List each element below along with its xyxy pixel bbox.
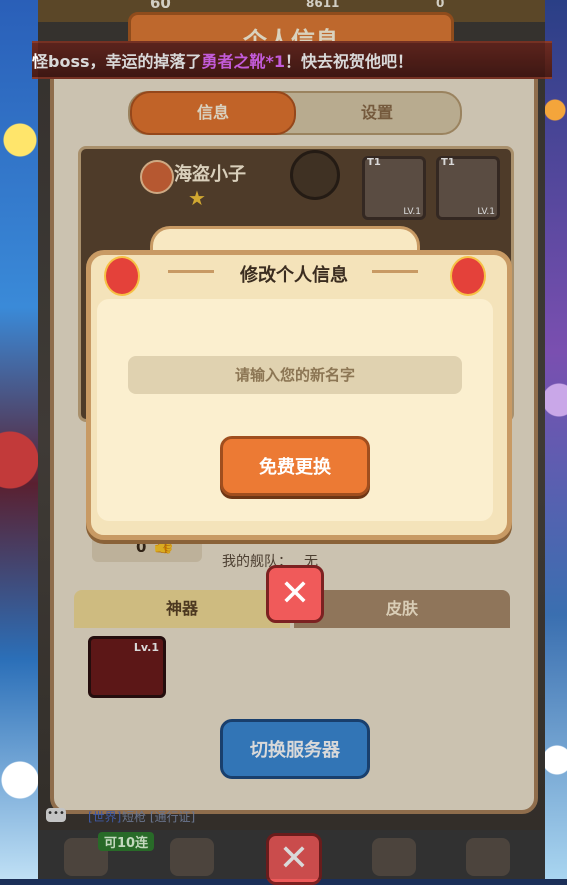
new-name-input[interactable] xyxy=(128,356,462,394)
close-icon: ✕ xyxy=(279,573,311,614)
edit-profile-modal xyxy=(86,250,512,540)
side-artwork-left xyxy=(0,0,38,879)
side-artwork-right xyxy=(545,0,567,879)
free-change-button[interactable]: 免费更换 xyxy=(220,436,370,496)
modal-close-button[interactable]: ✕ xyxy=(266,565,324,623)
modal-title: 修改个人信息 xyxy=(240,265,348,286)
